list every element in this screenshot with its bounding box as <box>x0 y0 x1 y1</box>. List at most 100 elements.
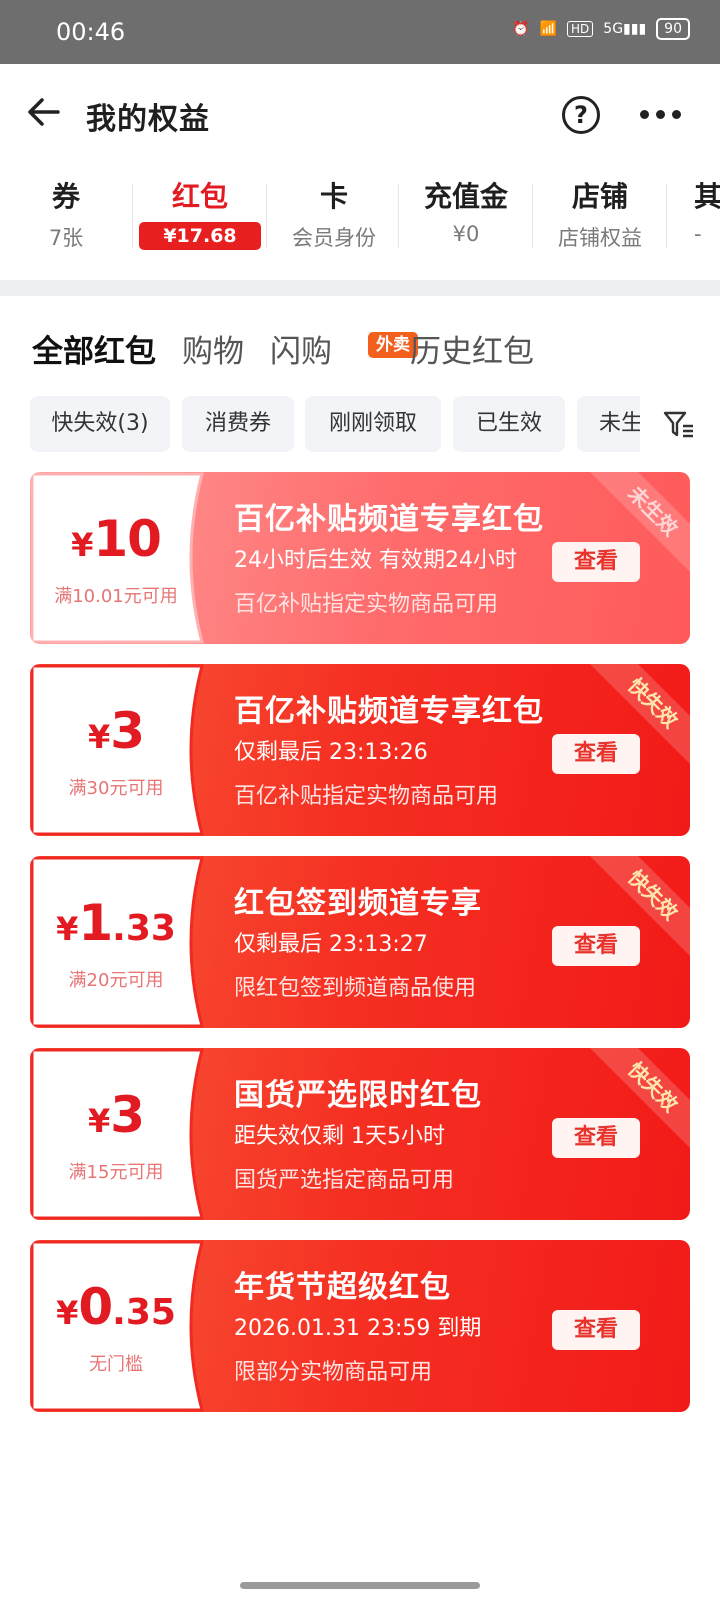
coupon-expiry: 仅剩最后 23:13:26 <box>234 740 428 765</box>
divider <box>532 184 533 248</box>
category-recharge[interactable]: 充值金 ¥0 <box>400 178 532 246</box>
category-tabs: 券 7张 红包 ¥17.68 卡 会员身份 充值金 ¥0 店铺 店铺权益 其 - <box>0 178 720 258</box>
category-sub: - <box>694 222 702 246</box>
coupon-amount: ¥1.33 <box>30 894 202 952</box>
more-button[interactable] <box>640 104 688 124</box>
coupon-card[interactable]: ¥10 满10.01元可用 百亿补贴频道专享红包 24小时后生效 有效期24小时 百亿补… <box>30 472 690 644</box>
amount-integer: 3 <box>110 702 145 760</box>
filter-chips: 快失效(3) 消费券 刚刚领取 已生效 未生 <box>30 396 640 452</box>
view-button[interactable]: 查看 <box>552 1310 640 1350</box>
coupon-card[interactable]: ¥0.35 无门槛 年货节超级红包 2026.01.31 23:59 到期 限部分实物商… <box>30 1240 690 1412</box>
amount-decimal: .33 <box>112 908 176 949</box>
chip-not-active[interactable]: 未生 <box>577 396 640 452</box>
help-button[interactable]: ? <box>562 96 600 134</box>
status-time: 00:46 <box>56 18 126 46</box>
alarm-icon: ⏰ <box>512 21 530 37</box>
tab-history[interactable]: 历史红包 <box>410 326 534 371</box>
section-gap <box>0 280 720 296</box>
category-label: 店铺 <box>571 180 628 213</box>
currency-symbol: ¥ <box>56 1294 79 1332</box>
arrow-left-icon <box>28 98 60 126</box>
status-icons: ⏰ 📶 HD 5G▮▮▮ 90 <box>512 18 690 40</box>
category-label: 红包 <box>171 180 228 213</box>
chip-consumption[interactable]: 消费券 <box>182 396 294 452</box>
coupon-stub: ¥0.35 无门槛 <box>30 1240 240 1412</box>
currency-symbol: ¥ <box>87 1102 111 1140</box>
amount-integer: 1 <box>78 894 113 952</box>
coupon-name: 年货节超级红包 <box>234 1270 451 1305</box>
divider <box>266 184 267 248</box>
red-packet-list: 全部红包 购物 闪购 外卖 历史红包 快失效(3) 消费券 刚刚领取 已生效 未… <box>0 296 720 1600</box>
amount-integer: 3 <box>110 1086 145 1144</box>
signal-icon: 5G▮▮▮ <box>603 21 647 37</box>
category-label: 券 <box>51 180 80 213</box>
category-sub: 7张 <box>48 226 84 250</box>
category-sub: 会员身份 <box>292 226 376 250</box>
battery-icon: 90 <box>656 18 690 40</box>
page-title: 我的权益 <box>86 102 210 137</box>
amount-integer: 10 <box>93 510 162 568</box>
category-store[interactable]: 店铺 店铺权益 <box>534 178 666 252</box>
divider <box>666 184 667 248</box>
sub-tabs: 全部红包 购物 闪购 外卖 历史红包 <box>32 326 712 372</box>
category-other[interactable]: 其 - <box>668 178 720 246</box>
view-button[interactable]: 查看 <box>552 542 640 582</box>
coupon-scope: 限部分实物商品可用 <box>234 1360 433 1385</box>
category-sub: ¥17.68 <box>139 222 261 250</box>
coupon-condition: 无门槛 <box>89 1354 143 1375</box>
category-red-packet[interactable]: 红包 ¥17.68 <box>134 178 266 250</box>
coupon-name: 国货严选限时红包 <box>234 1078 482 1113</box>
amount-integer: 0 <box>78 1278 113 1336</box>
coupon-amount: ¥3 <box>30 702 202 760</box>
question-icon: ? <box>574 101 588 129</box>
coupon-condition: 满10.01元可用 <box>54 586 178 607</box>
coupon-stub: ¥3 满15元可用 <box>30 1048 240 1220</box>
coupon-scope: 百亿补贴指定实物商品可用 <box>234 592 499 617</box>
category-label: 其 <box>694 180 720 213</box>
coupon-expiry: 距失效仅剩 1天5小时 <box>234 1124 445 1149</box>
view-button[interactable]: 查看 <box>552 926 640 966</box>
view-button[interactable]: 查看 <box>552 1118 640 1158</box>
category-label: 卡 <box>319 180 348 213</box>
coupon-name: 红包签到频道专享 <box>234 886 482 921</box>
coupon-stub: ¥1.33 满20元可用 <box>30 856 240 1028</box>
category-sub: 店铺权益 <box>558 226 642 250</box>
coupon-amount: ¥0.35 <box>30 1278 202 1336</box>
coupon-amount: ¥10 <box>30 510 202 568</box>
view-button[interactable]: 查看 <box>552 734 640 774</box>
header: 我的权益 ? 券 7张 红包 ¥17.68 卡 会员身份 充值金 ¥0 店铺 店… <box>0 64 720 280</box>
status-bar: 00:46 ⏰ 📶 HD 5G▮▮▮ 90 <box>0 0 720 64</box>
coupon-card[interactable]: ¥3 满30元可用 百亿补贴频道专享红包仅剩最后 23:13:26 百亿补贴指定实物商… <box>30 664 690 836</box>
coupon-condition: 满20元可用 <box>68 970 164 991</box>
filter-button[interactable] <box>662 408 696 442</box>
coupon-expiry: 仅剩最后 23:13:27 <box>234 932 428 957</box>
chip-active[interactable]: 已生效 <box>453 396 565 452</box>
coupon-condition: 满15元可用 <box>68 1162 164 1183</box>
tab-all[interactable]: 全部红包 <box>32 326 156 371</box>
wifi-icon: 📶 <box>539 21 558 37</box>
home-indicator[interactable] <box>240 1582 480 1589</box>
currency-symbol: ¥ <box>71 526 94 564</box>
divider <box>398 184 399 248</box>
coupon-scope: 国货严选指定商品可用 <box>234 1168 455 1193</box>
coupon-scope: 百亿补贴指定实物商品可用 <box>234 784 499 809</box>
coupon-condition: 满30元可用 <box>68 778 164 799</box>
chip-expiring[interactable]: 快失效(3) <box>30 396 170 452</box>
coupon-card[interactable]: ¥1.33 满20元可用 红包签到频道专享仅剩最后 23:13:27 限红包签到频道商… <box>30 856 690 1028</box>
coupon-scope: 限红包签到频道商品使用 <box>234 976 477 1001</box>
coupon-name: 百亿补贴频道专享红包 <box>234 694 544 729</box>
filter-icon <box>663 411 693 438</box>
category-coupon[interactable]: 券 7张 <box>0 178 132 252</box>
chip-just-claimed[interactable]: 刚刚领取 <box>305 396 441 452</box>
tab-flash[interactable]: 闪购 <box>270 326 332 371</box>
coupon-expiry: 24小时后生效 有效期24小时 <box>234 548 517 573</box>
coupon-card[interactable]: ¥3 满15元可用 国货严选限时红包 距失效仅剩 1天5小时 国货严选指定商品可用 查看快… <box>30 1048 690 1220</box>
tab-shopping[interactable]: 购物 <box>182 326 244 371</box>
currency-symbol: ¥ <box>87 718 111 756</box>
currency-symbol: ¥ <box>56 910 79 948</box>
coupon-stub: ¥3 满30元可用 <box>30 664 240 836</box>
category-label: 充值金 <box>423 180 508 213</box>
coupon-amount: ¥3 <box>30 1086 202 1144</box>
category-card[interactable]: 卡 会员身份 <box>268 178 400 252</box>
back-button[interactable] <box>24 92 64 132</box>
